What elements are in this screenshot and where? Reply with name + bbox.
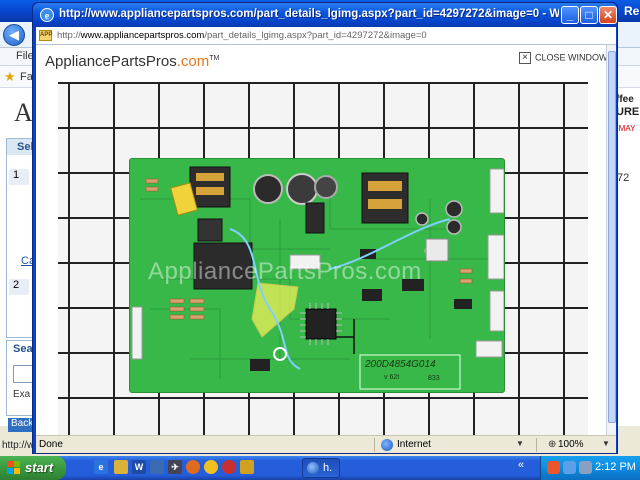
site-logo-tld: .com	[176, 53, 210, 70]
close-icon: ✕	[602, 8, 614, 22]
site-logo-name: AppliancePartsPros	[45, 53, 177, 70]
popup-url-path: /part_details_lgimg.aspx?part_id=4297272…	[204, 30, 427, 41]
taskbar-ie-window[interactable]: h.	[302, 458, 340, 478]
close-window-icon: ×	[519, 52, 531, 64]
background-step-2: 2	[9, 279, 29, 295]
quicklaunch-tool-icon[interactable]	[240, 460, 254, 474]
image-watermark: AppliancePartsPros.com	[148, 258, 422, 285]
tray-volume-icon[interactable]	[579, 461, 592, 474]
background-status-url: http://w	[2, 440, 35, 451]
popup-title-text: http://www.appliancepartspros.com/part_d…	[59, 8, 559, 20]
site-logo[interactable]: AppliancePartsPros.comTM	[45, 53, 219, 70]
tray-security-icon[interactable]	[547, 461, 560, 474]
background-ad-line1: ffee	[616, 94, 634, 105]
system-tray: 2:12 PM	[540, 456, 640, 480]
status-divider	[374, 438, 375, 452]
tray-network-icon[interactable]	[563, 461, 576, 474]
zoom-level[interactable]: 100%	[558, 439, 584, 450]
quicklaunch-word-icon[interactable]: W	[132, 460, 146, 474]
background-ad-line2: URE	[616, 106, 640, 118]
popup-url-prefix: http://	[57, 30, 81, 41]
site-logo-tm: TM	[209, 55, 220, 62]
start-button[interactable]: start	[0, 456, 66, 480]
taskbar-window-label: h.	[323, 462, 333, 474]
background-ad-line3: -MAY	[616, 124, 636, 133]
background-right-area	[616, 88, 640, 426]
part-photo: 200D4854G014 v 62t 833 AppliancePartsPro…	[58, 82, 588, 435]
system-clock[interactable]: 2:12 PM	[595, 461, 636, 473]
windows-flag-icon	[7, 461, 20, 474]
ie-icon: e	[40, 8, 54, 22]
maximize-button[interactable]: □	[580, 6, 598, 24]
zoom-icon[interactable]: ⊕	[548, 439, 556, 450]
security-zone: Internet	[397, 439, 431, 450]
popup-titlebar[interactable]: e http://www.appliancepartspros.com/part…	[33, 3, 617, 27]
close-window-link[interactable]: × CLOSE WINDOW	[519, 52, 606, 64]
popup-content: AppliancePartsPros.comTM ×CLOSE WINDOW	[36, 45, 606, 435]
minimize-icon: _	[566, 8, 574, 22]
quicklaunch-media-icon[interactable]	[222, 460, 236, 474]
popup-browser-window: e http://www.appliancepartspros.com/part…	[32, 2, 618, 454]
popup-url-host: www.appliancepartspros.com	[80, 30, 205, 41]
board-number: 833	[428, 375, 440, 382]
quicklaunch-ie-icon[interactable]: e	[94, 460, 108, 474]
start-label: start	[25, 460, 54, 475]
quicklaunch-plane-icon[interactable]: ✈	[168, 460, 182, 474]
taskbar-expand-icon[interactable]: «	[518, 459, 524, 471]
popup-vertical-scrollbar[interactable]	[606, 45, 616, 435]
background-right-number: 72	[617, 172, 630, 184]
favorites-star-icon[interactable]: ★	[4, 69, 16, 85]
maximize-icon: □	[585, 8, 593, 22]
taskbar-ie-icon	[307, 462, 319, 474]
scrollbar-thumb[interactable]	[608, 51, 616, 423]
close-window-label: CLOSE WINDOW	[535, 52, 606, 63]
zone-dropdown-icon[interactable]: ▼	[516, 439, 524, 448]
quicklaunch-chrome-icon[interactable]	[204, 460, 218, 474]
popup-address-bar[interactable]: APP http://www.appliancepartspros.com/pa…	[36, 27, 616, 45]
background-search-example: Exa	[13, 389, 31, 400]
status-text: Done	[39, 439, 63, 450]
background-title-fragment: Re	[624, 4, 640, 18]
background-left-panel-header: Sel	[7, 139, 35, 155]
globe-icon	[381, 439, 393, 451]
popup-status-bar: Done Internet ▼ ⊕ 100% ▼	[36, 435, 616, 453]
board-revision: v 62t	[384, 374, 400, 381]
board-part-code: 200D4854G014	[365, 359, 436, 370]
svg-text:e: e	[45, 11, 50, 22]
quicklaunch-app-icon[interactable]	[150, 460, 164, 474]
taskbar: start e W ✈ h. « 2:12 PM	[0, 456, 640, 480]
background-step-1: 1	[9, 169, 29, 185]
status-divider	[536, 438, 537, 452]
quicklaunch-folder-icon[interactable]	[114, 460, 128, 474]
quicklaunch-firefox-icon[interactable]	[186, 460, 200, 474]
back-arrow-icon[interactable]: ◀	[3, 24, 25, 46]
favicon-icon: APP	[39, 30, 52, 41]
close-button[interactable]: ✕	[599, 6, 617, 24]
popup-url[interactable]: http://www.appliancepartspros.com/part_d…	[57, 30, 427, 41]
minimize-button[interactable]: _	[561, 6, 579, 24]
zoom-dropdown-icon[interactable]: ▼	[602, 439, 610, 448]
